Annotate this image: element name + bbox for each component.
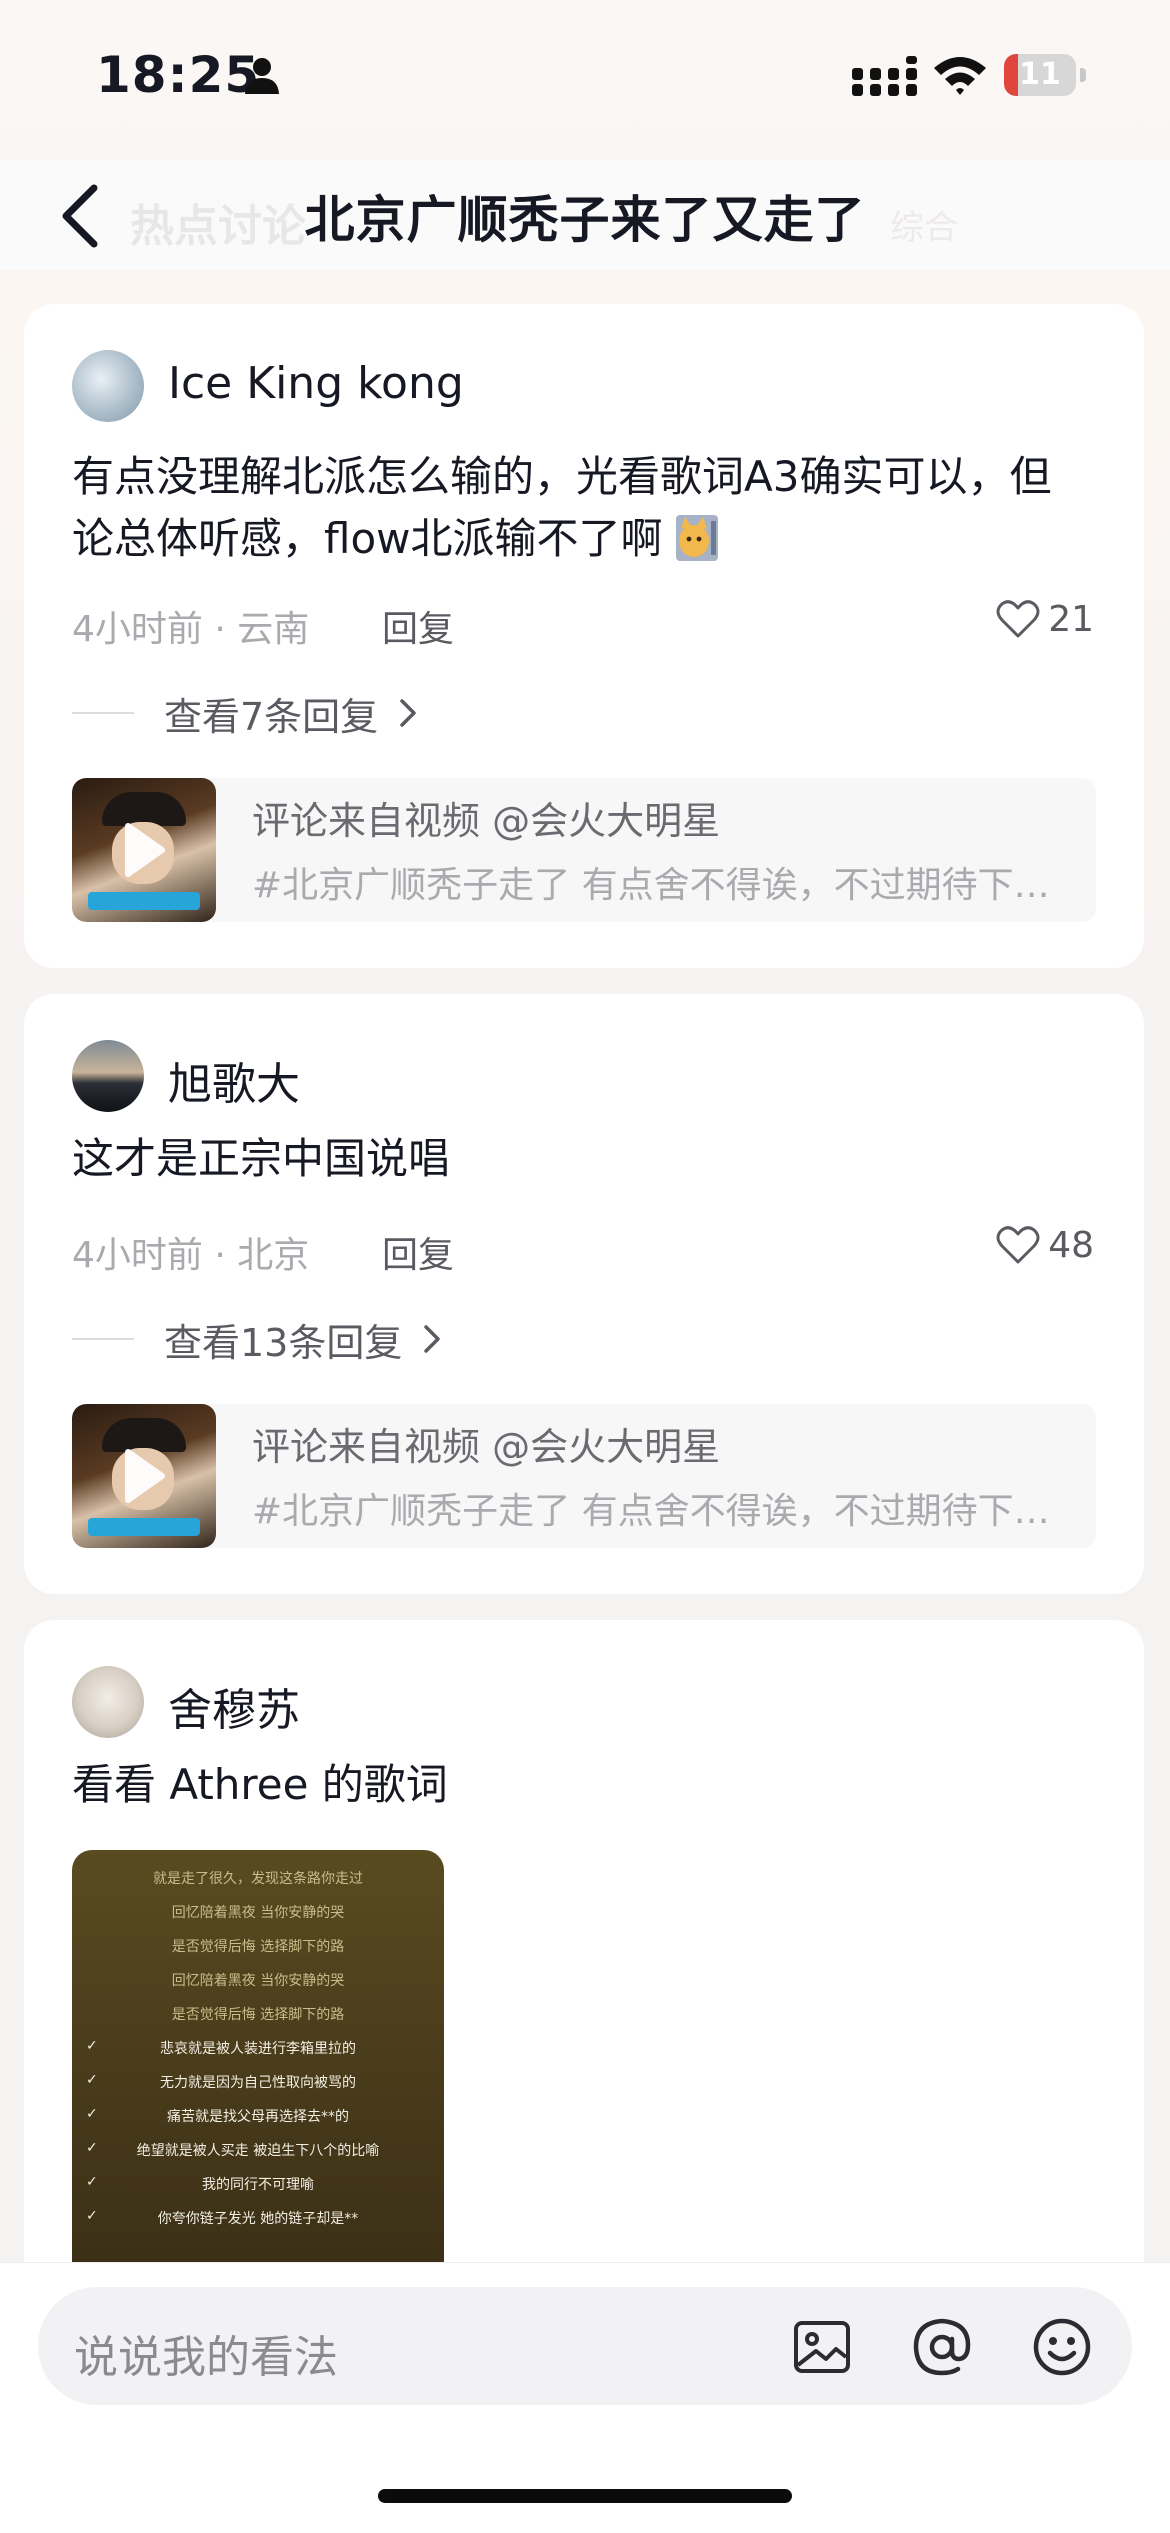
lyric-line: 我的同行不可理喻: [202, 2177, 314, 2193]
chevron-right-icon: [424, 1325, 441, 1353]
status-time: 18:25: [96, 46, 261, 104]
heart-icon: [996, 1226, 1040, 1264]
page-title: 北京广顺秃子来了又走了: [304, 191, 866, 249]
comment-username[interactable]: 舍穆苏: [168, 1674, 300, 1738]
battery-indicator: 11: [1004, 54, 1086, 96]
comment-meta: 4小时前 · 北京: [72, 1235, 310, 1276]
like-count: 48: [1048, 1224, 1094, 1266]
view-replies-label: 查看13条回复: [164, 1320, 403, 1365]
video-source-desc: #北京广顺秃子走了 有点舍不得诶，不过期待下一期的精彩表演: [252, 865, 1072, 906]
like-button[interactable]: 21: [996, 594, 1094, 644]
lyric-line: 你夸你链子发光 她的链子却是**: [157, 2211, 359, 2227]
lyric-line: 回忆陪着黑夜 当你安静的哭: [171, 1905, 345, 1921]
lyric-line: 绝望就是被人买走 被迫生下八个的比喻: [136, 2143, 380, 2159]
play-icon: [125, 1449, 165, 1503]
video-source-desc: #北京广顺秃子走了 有点舍不得诶，不过期待下一期的精彩表演: [252, 1491, 1072, 1532]
heart-icon: [996, 600, 1040, 638]
lyrics-image[interactable]: 就是走了很久，发现这条路你走过 回忆陪着黑夜 当你安静的哭 是否觉得后悔 选择脚…: [72, 1850, 444, 2270]
comment-card: Ice King kong 有点没理解北派怎么输的，光看歌词A3确实可以，但论总…: [24, 304, 1144, 968]
video-source[interactable]: 评论来自视频 @会火大明星 #北京广顺秃子走了 有点舍不得诶，不过期待下一期的精…: [72, 778, 1096, 922]
view-replies-label: 查看7条回复: [164, 694, 379, 739]
reply-button[interactable]: 回复: [382, 1226, 454, 1278]
nav-bar: 热点讨论 综合 北京广顺秃子来了又走了: [0, 160, 1170, 270]
comment-text: 这才是正宗中国说唱: [72, 1134, 451, 1183]
comment-input[interactable]: 说说我的看法: [38, 2287, 1132, 2405]
reply-button[interactable]: 回复: [382, 600, 454, 652]
comment-text: 看看 Athree 的歌词: [72, 1760, 448, 1809]
avatar[interactable]: [72, 350, 144, 422]
view-replies[interactable]: 查看13条回复: [72, 1314, 442, 1365]
avatar[interactable]: [72, 1040, 144, 1112]
divider: [72, 1338, 134, 1340]
at-icon[interactable]: [910, 2315, 974, 2379]
wifi-icon: [934, 57, 986, 95]
battery-percent: 11: [1019, 57, 1061, 92]
chevron-right-icon: [400, 699, 416, 727]
person-icon: [245, 58, 279, 94]
lyric-line: 是否觉得后悔 选择脚下的路: [171, 1939, 345, 1955]
view-replies[interactable]: 查看7条回复: [72, 688, 418, 739]
comment-card: 旭歌大 这才是正宗中国说唱 4小时前 · 北京 回复 48 查看13条回复 评论…: [24, 994, 1144, 1594]
cat-emoji-icon: [675, 515, 718, 561]
video-source[interactable]: 评论来自视频 @会火大明星 #北京广顺秃子走了 有点舍不得诶，不过期待下一期的精…: [72, 1404, 1096, 1548]
signal-icon: [852, 56, 917, 96]
like-count: 21: [1048, 598, 1094, 640]
emoji-icon[interactable]: [1030, 2315, 1094, 2379]
lyric-line: 就是走了很久，发现这条路你走过: [153, 1871, 363, 1887]
lyric-line: 是否觉得后悔 选择脚下的路: [171, 2007, 345, 2023]
comment-card: 舍穆苏 看看 Athree 的歌词 就是走了很久，发现这条路你走过 回忆陪着黑夜…: [24, 1620, 1144, 2320]
image-icon[interactable]: [790, 2315, 854, 2379]
like-button[interactable]: 48: [996, 1220, 1094, 1270]
comment-meta: 4小时前 · 云南: [72, 609, 310, 650]
play-icon: [125, 823, 165, 877]
comment-input-placeholder: 说说我的看法: [74, 2332, 338, 2383]
lyric-line: 悲哀就是被人装进行李箱里拉的: [160, 2041, 356, 2057]
lyric-line: 痛苦就是找父母再选择去**的: [167, 2109, 349, 2125]
avatar[interactable]: [72, 1666, 144, 1738]
status-bar: 18:25 11: [0, 0, 1170, 150]
video-source-label: 评论来自视频 @会火大明星: [252, 1425, 721, 1469]
back-icon[interactable]: [52, 174, 112, 258]
lyric-line: 回忆陪着黑夜 当你安静的哭: [171, 1973, 345, 1989]
home-indicator[interactable]: [378, 2489, 792, 2503]
comment-username[interactable]: Ice King kong: [168, 358, 464, 409]
video-thumbnail[interactable]: [72, 1404, 216, 1548]
lyric-line: 无力就是因为自己性取向被骂的: [160, 2075, 356, 2091]
video-thumbnail[interactable]: [72, 778, 216, 922]
bottom-bar: 说说我的看法: [0, 2262, 1170, 2533]
comment-username[interactable]: 旭歌大: [168, 1048, 300, 1112]
video-source-label: 评论来自视频 @会火大明星: [252, 799, 721, 843]
comment-text: 有点没理解北派怎么输的，光看歌词A3确实可以，但论总体听感，flow北派输不了啊: [72, 452, 1052, 563]
divider: [72, 712, 134, 714]
